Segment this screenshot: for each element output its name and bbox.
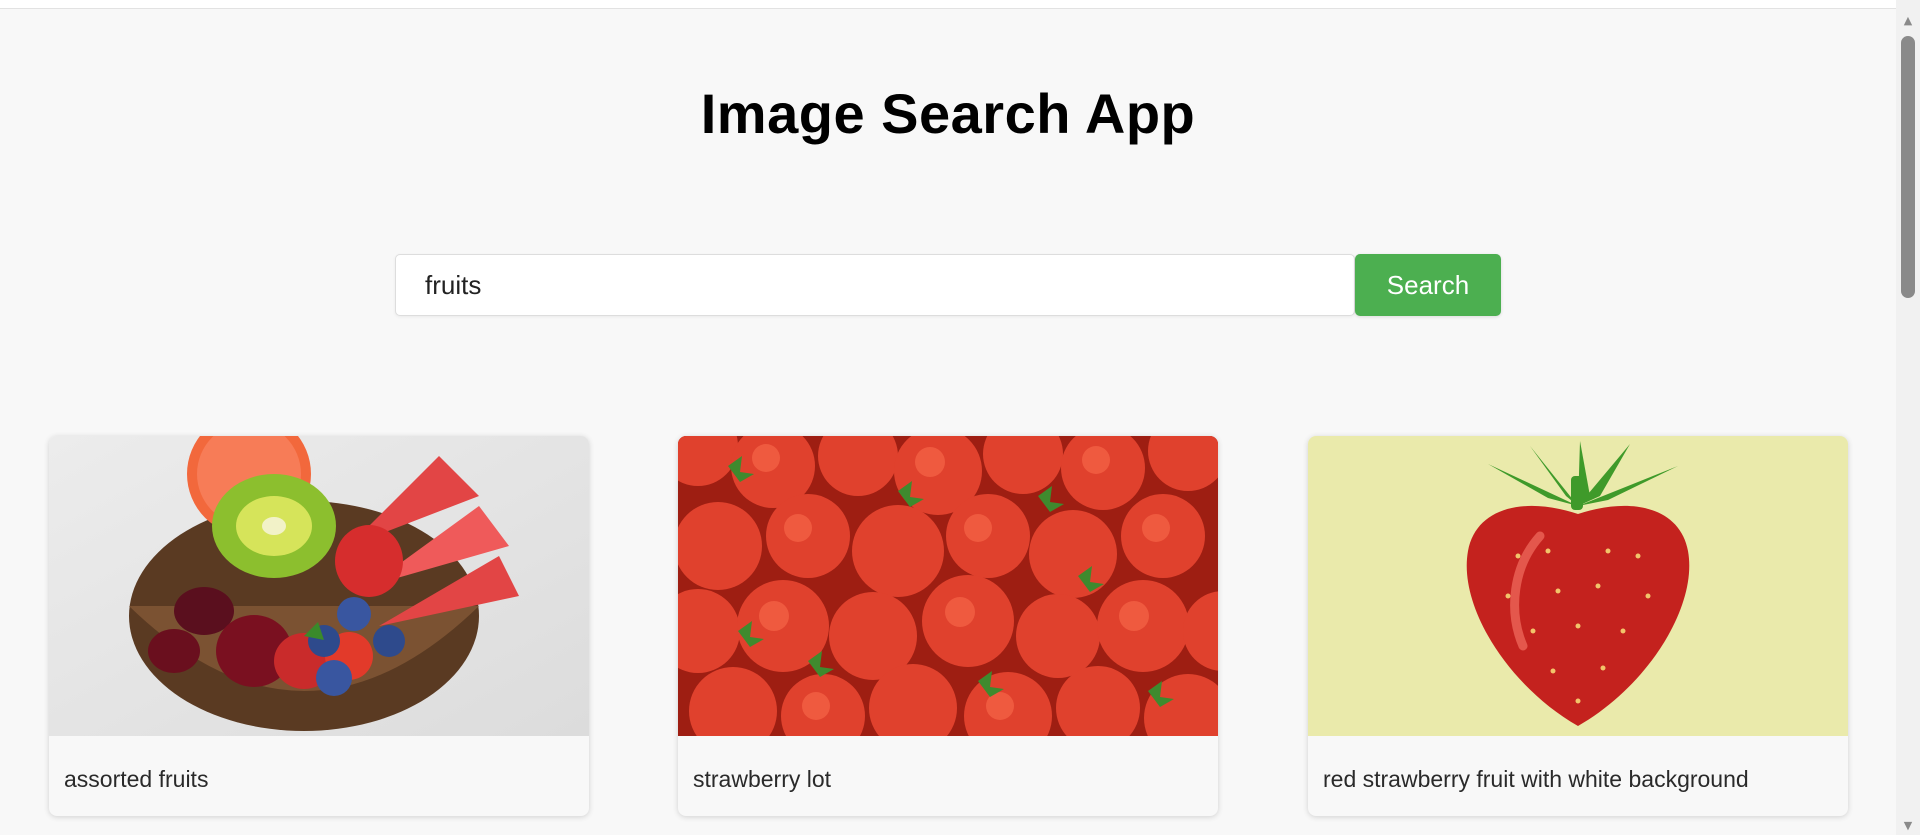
result-image[interactable] [678, 436, 1218, 736]
window-top-border [0, 0, 1896, 9]
result-card[interactable]: assorted fruits [49, 436, 589, 816]
fruit-bowl-photo [49, 436, 589, 736]
result-caption: red strawberry fruit with white backgrou… [1323, 766, 1749, 792]
single-strawberry-photo [1308, 436, 1848, 736]
result-card[interactable]: red strawberry fruit with white backgrou… [1308, 436, 1848, 816]
vertical-scrollbar[interactable]: ▲ ▼ [1896, 0, 1920, 835]
scroll-up-arrow-icon[interactable]: ▲ [1896, 12, 1920, 30]
result-caption: strawberry lot [693, 766, 832, 792]
page-title: Image Search App [700, 82, 1196, 145]
scroll-down-arrow-icon[interactable]: ▼ [1896, 817, 1920, 835]
result-caption: assorted fruits [64, 766, 209, 792]
search-input[interactable] [395, 254, 1355, 316]
result-card[interactable]: strawberry lot [678, 436, 1218, 816]
result-image[interactable] [49, 436, 589, 736]
result-image[interactable] [1308, 436, 1848, 736]
search-button[interactable]: Search [1355, 254, 1501, 316]
scrollbar-thumb[interactable] [1901, 36, 1915, 298]
browser-viewport: Image Search App Search [0, 0, 1920, 835]
page: Image Search App Search [0, 9, 1896, 835]
strawberries-photo [678, 436, 1218, 736]
